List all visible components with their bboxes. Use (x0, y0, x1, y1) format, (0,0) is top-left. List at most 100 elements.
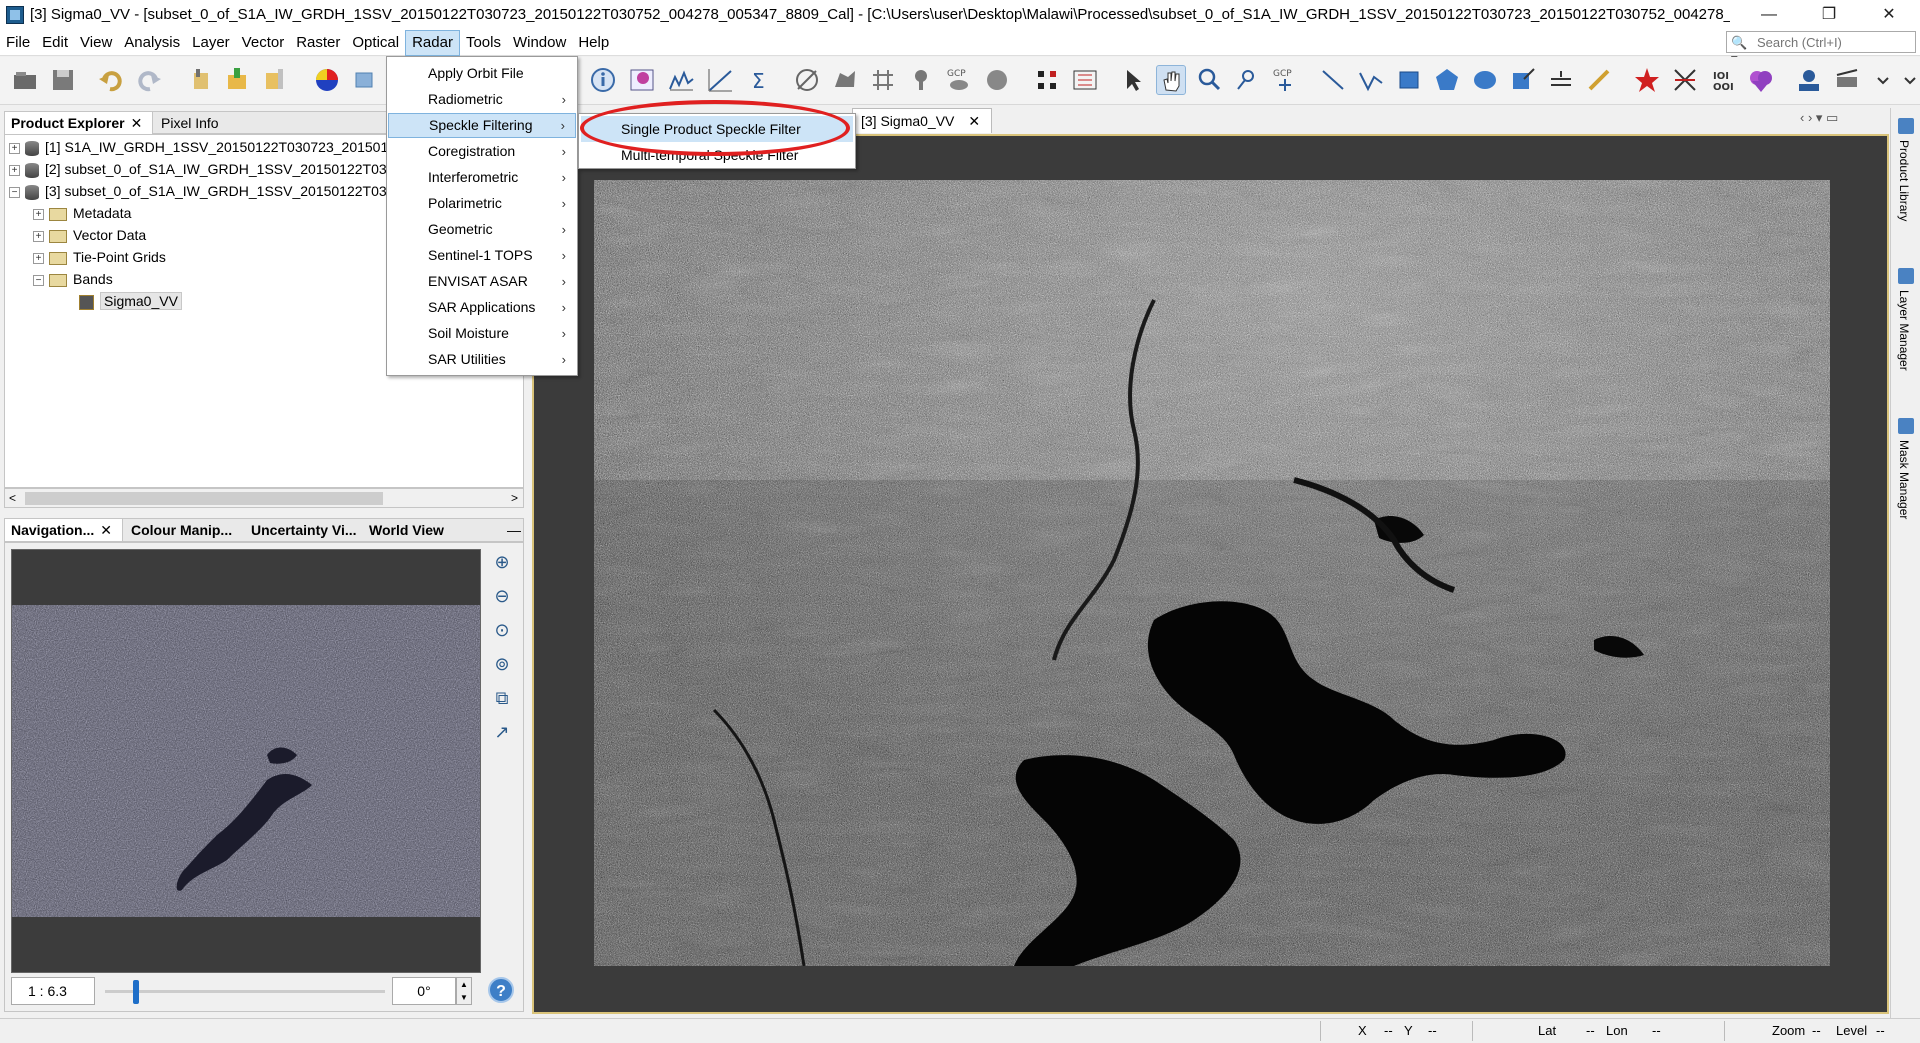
sync-views-icon[interactable]: ⧉ (489, 685, 515, 711)
close-tab-icon[interactable]: ✕ (968, 113, 980, 129)
redo-icon[interactable] (134, 65, 164, 95)
pan-tool-icon[interactable] (1156, 65, 1186, 95)
import-shape-icon[interactable] (830, 65, 860, 95)
pin-placing-tool-icon[interactable] (1232, 65, 1262, 95)
import-icon[interactable] (222, 65, 252, 95)
menu-radar[interactable]: Radar (405, 30, 460, 56)
zoom-pixel-icon[interactable]: ⊙ (489, 617, 515, 643)
toolbar-more-icon[interactable] (1895, 65, 1916, 95)
sync-cursor-icon[interactable]: ↗ (489, 719, 515, 745)
tree-item-tie-point-grids[interactable]: + Tie-Point Grids (33, 246, 166, 268)
tree-item-sigma0-vv[interactable]: Sigma0_VV (79, 290, 182, 312)
menu-view[interactable]: View (74, 30, 118, 56)
product-library-icon[interactable] (1898, 118, 1914, 134)
save-product-icon[interactable] (48, 65, 78, 95)
search-input[interactable] (1757, 33, 1912, 51)
layers-icon[interactable] (350, 65, 380, 95)
scroll-left-icon[interactable]: < (9, 489, 16, 507)
search-box[interactable]: 🔍▾ (1726, 31, 1916, 66)
tree-item-product-2[interactable]: + [2] subset_0_of_S1A_IW_GRDH_1SSV_201501… (9, 158, 418, 180)
menu-item-radiometric[interactable]: Radiometric › (388, 87, 576, 112)
tab-uncertainty-visualisation[interactable]: Uncertainty Vi... (245, 519, 363, 541)
cross-tool-icon[interactable] (1670, 65, 1700, 95)
menu-window[interactable]: Window (507, 30, 572, 56)
statistics-icon[interactable]: Σ (744, 65, 774, 95)
time-series-icon[interactable] (1070, 65, 1100, 95)
menu-item-sar-utilities[interactable]: SAR Utilities › (388, 347, 576, 372)
rgb-image-icon[interactable] (312, 65, 342, 95)
restore-button[interactable]: ❐ (1800, 0, 1858, 30)
expand-icon[interactable]: + (9, 142, 20, 154)
menu-raster[interactable]: Raster (290, 30, 346, 56)
pixel-grid-icon[interactable] (1032, 65, 1062, 95)
star-tool-icon[interactable] (1632, 65, 1662, 95)
draw-polygon-icon[interactable] (1432, 65, 1462, 95)
tab-colour-manipulation[interactable]: Colour Manip... (125, 519, 238, 541)
menu-item-polarimetric[interactable]: Polarimetric › (388, 191, 576, 216)
tree-horizontal-scrollbar[interactable]: < > (4, 488, 524, 508)
menu-item-sentinel-1-tops[interactable]: Sentinel-1 TOPS › (388, 243, 576, 268)
menu-item-sar-applications[interactable]: SAR Applications › (388, 295, 576, 320)
close-tab-icon[interactable]: ✕ (131, 115, 143, 131)
menu-layer[interactable]: Layer (186, 30, 236, 56)
pin-manager-icon[interactable] (906, 65, 936, 95)
draw-polyline-icon[interactable] (1356, 65, 1386, 95)
rotation-field[interactable]: 0° (392, 977, 456, 1005)
expand-icon[interactable]: + (9, 164, 20, 176)
tab-navigation[interactable]: Navigation... ✕ (5, 519, 123, 541)
measure-tool-icon[interactable] (1584, 65, 1614, 95)
tree-item-metadata[interactable]: + Metadata (33, 202, 131, 224)
draw-rectangle-icon[interactable] (1394, 65, 1424, 95)
scale-field[interactable]: 1 : 6.3 (11, 977, 95, 1005)
close-tab-icon[interactable]: ✕ (100, 522, 112, 538)
purple-tool-icon[interactable] (1746, 65, 1776, 95)
layer-manager-icon[interactable] (1898, 268, 1914, 284)
mask-area-icon[interactable] (792, 65, 822, 95)
sidebar-layer-manager[interactable]: Layer Manager (1897, 290, 1911, 371)
magic-wand-icon[interactable] (1508, 65, 1538, 95)
collapse-icon[interactable]: − (33, 274, 44, 286)
tab-pixel-info[interactable]: Pixel Info (155, 112, 225, 134)
menu-tools[interactable]: Tools (460, 30, 507, 56)
menu-edit[interactable]: Edit (36, 30, 74, 56)
tree-item-product-3[interactable]: − [3] subset_0_of_S1A_IW_GRDH_1SSV_201501… (9, 180, 418, 202)
menu-item-soil-moisture[interactable]: Soil Moisture › (388, 321, 576, 346)
gcp-manager-icon[interactable]: GCP (944, 65, 974, 95)
zoom-all-icon[interactable]: ⊚ (489, 651, 515, 677)
mask-manager-icon[interactable] (1898, 418, 1914, 434)
geo-coding-icon[interactable] (627, 65, 657, 95)
open-product-icon[interactable] (10, 65, 40, 95)
range-finder-icon[interactable] (1546, 65, 1576, 95)
scroll-right-icon[interactable]: > (511, 489, 518, 507)
select-tool-icon[interactable] (1118, 65, 1148, 95)
user-account-icon[interactable] (1794, 65, 1824, 95)
expand-icon[interactable]: + (33, 208, 44, 220)
navigation-overview[interactable] (11, 549, 481, 973)
minimize-button[interactable]: — (1740, 0, 1798, 30)
histogram-icon[interactable] (666, 65, 696, 95)
collapse-icon[interactable]: − (9, 186, 20, 198)
gcp-placing-tool-icon[interactable]: GCP (1270, 65, 1300, 95)
menu-item-envisat-asar[interactable]: ENVISAT ASAR › (388, 269, 576, 294)
close-button[interactable]: ✕ (1860, 0, 1918, 30)
draw-line-icon[interactable] (1318, 65, 1348, 95)
binary-tool-icon[interactable]: IOI OOI (1708, 65, 1738, 95)
menu-analysis[interactable]: Analysis (118, 30, 186, 56)
scatter-plot-icon[interactable] (705, 65, 735, 95)
document-nav-controls[interactable]: ‹ › ▾ ▭ (1800, 110, 1838, 126)
expand-icon[interactable]: + (33, 252, 44, 264)
graticule-icon[interactable] (868, 65, 898, 95)
band-maths-icon[interactable] (186, 65, 216, 95)
menu-help[interactable]: Help (572, 30, 615, 56)
settings-tool-icon[interactable] (1832, 65, 1862, 95)
menu-file[interactable]: File (0, 30, 36, 56)
zoom-tool-icon[interactable] (1194, 65, 1224, 95)
tab-product-explorer[interactable]: Product Explorer ✕ (5, 112, 153, 134)
menu-item-interferometric[interactable]: Interferometric › (388, 165, 576, 190)
scrollbar-thumb[interactable] (25, 492, 383, 505)
zoom-in-icon[interactable]: ⊕ (489, 549, 515, 575)
zoom-slider-track[interactable] (105, 990, 385, 993)
tree-item-bands[interactable]: − Bands (33, 268, 113, 290)
information-icon[interactable] (588, 65, 618, 95)
menu-optical[interactable]: Optical (346, 30, 405, 56)
